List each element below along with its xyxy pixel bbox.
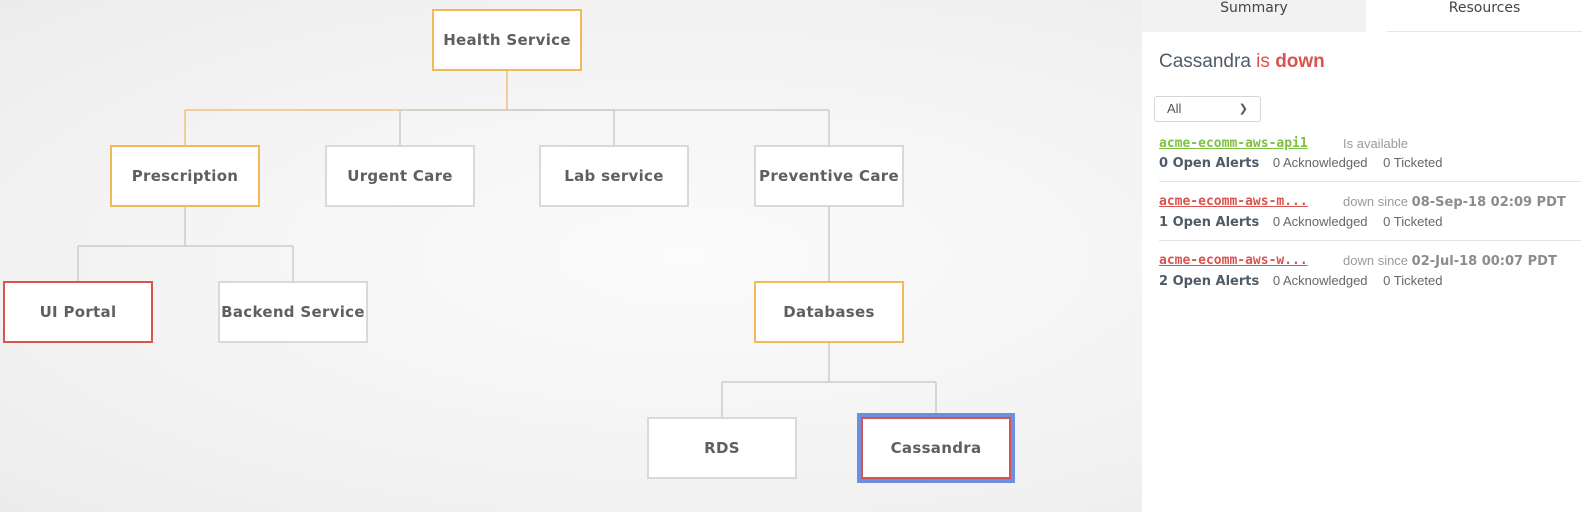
node-label: Urgent Care: [347, 167, 453, 185]
node-label: Prescription: [131, 167, 239, 185]
resource-status-text: down since: [1343, 194, 1409, 209]
node-label: Lab service: [564, 167, 664, 185]
node-cassandra[interactable]: Cassandra: [857, 413, 1015, 483]
node-label: Preventive Care: [759, 167, 899, 185]
node-backend-service[interactable]: Backend Service: [218, 281, 368, 343]
resource-status: down since 08-Sep-18 02:09 PDT: [1335, 192, 1566, 212]
node-ui-portal[interactable]: UI Portal: [3, 281, 153, 343]
node-prescription[interactable]: Prescription: [110, 145, 260, 207]
resource-status-text: Is available: [1343, 136, 1409, 151]
resource-down-since: 08-Sep-18 02:09 PDT: [1411, 195, 1566, 210]
service-topology-diagram: Health Service Prescription Urgent Care Lab…: [0, 0, 1142, 512]
node-databases[interactable]: Databases: [754, 281, 904, 343]
panel-heading: Cassandra is down: [1159, 51, 1325, 73]
resource-counts: 0 Open Alerts 0 Acknowledged 0 Ticketed: [1159, 153, 1581, 173]
heading-is: is: [1256, 51, 1270, 72]
resource-status-text: down since: [1343, 253, 1409, 268]
acknowledged-count: 0 Acknowledged: [1272, 155, 1368, 170]
chevron-down-icon: ❯: [1238, 103, 1248, 115]
node-label: RDS: [704, 439, 740, 457]
ticketed-count: 0 Ticketed: [1383, 273, 1443, 288]
resource-down-since: 02-Jul-18 00:07 PDT: [1411, 254, 1557, 269]
node-health-service[interactable]: Health Service: [432, 9, 582, 71]
filter-selected-value: All: [1167, 101, 1182, 116]
resource-link[interactable]: acme-ecomm-aws-api1: [1159, 134, 1335, 153]
node-label: Backend Service: [221, 303, 365, 321]
node-urgent-care[interactable]: Urgent Care: [325, 145, 475, 207]
heading-service-name: Cassandra: [1159, 51, 1251, 72]
acknowledged-count: 0 Acknowledged: [1272, 214, 1368, 229]
heading-state: down: [1275, 51, 1325, 72]
resource-counts: 1 Open Alerts 0 Acknowledged 0 Ticketed: [1159, 212, 1581, 232]
open-alerts-count: 2 Open Alerts: [1159, 274, 1260, 289]
tab-summary[interactable]: Summary: [1142, 0, 1366, 32]
node-label: Cassandra: [890, 439, 982, 457]
resource-list: acme-ecomm-aws-api1 Is available 0 Open …: [1159, 132, 1581, 299]
open-alerts-count: 1 Open Alerts: [1159, 215, 1260, 230]
details-panel: Summary Resources Cassandra is down All …: [1142, 0, 1592, 512]
resource-item: acme-ecomm-aws-w... down since 02-Jul-18…: [1159, 241, 1581, 299]
resource-status: down since 02-Jul-18 00:07 PDT: [1335, 251, 1557, 271]
node-label: Health Service: [443, 31, 571, 49]
resource-item: acme-ecomm-aws-m... down since 08-Sep-18…: [1159, 182, 1581, 241]
node-lab-service[interactable]: Lab service: [539, 145, 689, 207]
acknowledged-count: 0 Acknowledged: [1272, 273, 1368, 288]
open-alerts-count: 0 Open Alerts: [1159, 156, 1260, 171]
resource-item: acme-ecomm-aws-api1 Is available 0 Open …: [1159, 132, 1581, 182]
resource-filter-select[interactable]: All ❯: [1154, 96, 1261, 122]
node-rds[interactable]: RDS: [647, 417, 797, 479]
ticketed-count: 0 Ticketed: [1383, 155, 1443, 170]
node-label: Databases: [783, 303, 875, 321]
resource-status: Is available: [1335, 134, 1408, 153]
resource-link[interactable]: acme-ecomm-aws-m...: [1159, 192, 1335, 212]
tab-resources[interactable]: Resources: [1387, 0, 1582, 32]
panel-tabs: Summary Resources: [1142, 0, 1592, 32]
resource-link[interactable]: acme-ecomm-aws-w...: [1159, 251, 1335, 271]
node-preventive-care[interactable]: Preventive Care: [754, 145, 904, 207]
resource-counts: 2 Open Alerts 0 Acknowledged 0 Ticketed: [1159, 271, 1581, 291]
ticketed-count: 0 Ticketed: [1383, 214, 1443, 229]
node-label: UI Portal: [39, 303, 117, 321]
